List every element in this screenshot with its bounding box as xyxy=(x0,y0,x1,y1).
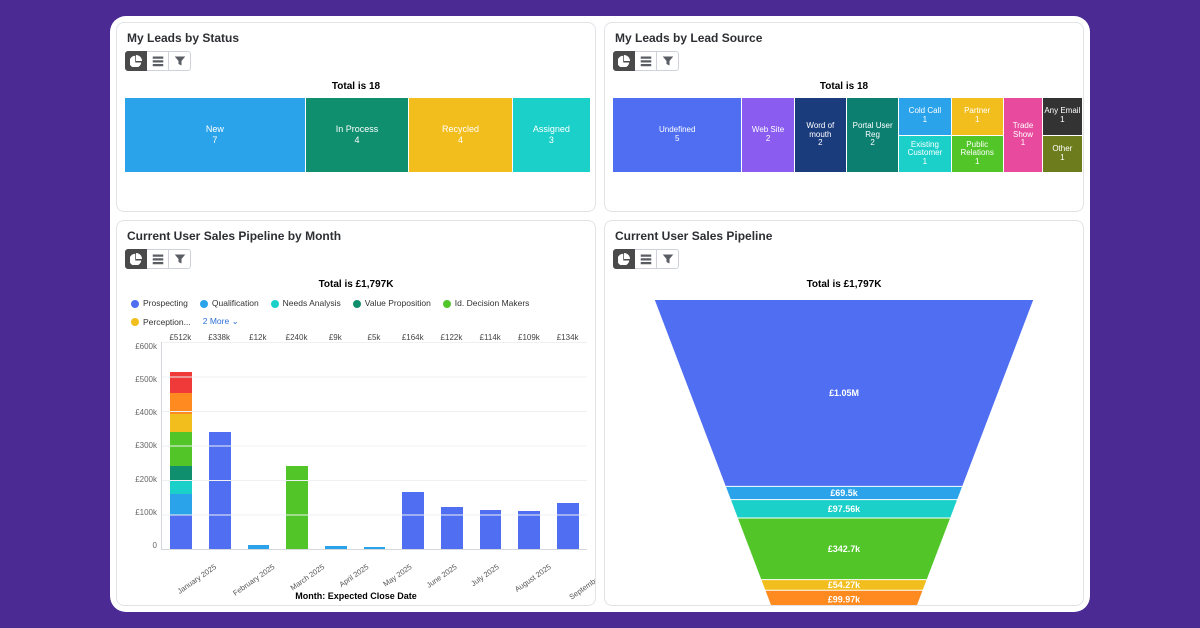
legend-item[interactable]: Prospecting xyxy=(131,298,188,308)
card-title: Current User Sales Pipeline by Month xyxy=(117,221,595,249)
chevron-down-icon: ⌄ xyxy=(232,316,239,326)
chart-toolbar xyxy=(605,51,1083,77)
bar[interactable] xyxy=(201,342,240,549)
filter-icon xyxy=(662,253,674,265)
card-title: Current User Sales Pipeline xyxy=(605,221,1083,249)
pie-chart-icon xyxy=(618,253,630,265)
chart-toolbar xyxy=(117,51,595,77)
treemap-cell[interactable]: Other1 xyxy=(1043,136,1081,173)
treemap-cell[interactable]: Any Email1 xyxy=(1043,98,1081,135)
treemap-cell[interactable]: Portal User Reg2 xyxy=(847,98,898,172)
total-label: Total is 18 xyxy=(605,77,1083,98)
total-label: Total is 18 xyxy=(117,77,595,98)
treemap-source[interactable]: Undefined5Web Site2Word of mouth2Portal … xyxy=(613,98,1075,172)
pie-chart-icon xyxy=(618,55,630,67)
total-label: Total is £1,797K xyxy=(117,275,595,296)
card-leads-by-source: My Leads by Lead Source Total is 18 Unde… xyxy=(604,22,1084,212)
y-axis: £600k£500k£400k£300k£200k£100k0 xyxy=(125,342,161,550)
chart-view-button[interactable] xyxy=(125,249,147,269)
bar[interactable] xyxy=(471,342,510,549)
card-leads-by-status: My Leads by Status Total is 18 New7In Pr… xyxy=(116,22,596,212)
treemap-cell[interactable]: Existing Customer1 xyxy=(899,136,950,173)
bar[interactable] xyxy=(278,342,317,549)
card-title: My Leads by Status xyxy=(117,23,595,51)
filter-button[interactable] xyxy=(657,249,679,269)
treemap-cell[interactable]: Assigned3 xyxy=(513,98,590,172)
bar[interactable] xyxy=(239,342,278,549)
x-axis: January 2025February 2025March 2025April… xyxy=(125,550,587,567)
chart-view-button[interactable] xyxy=(125,51,147,71)
treemap-cell[interactable]: Recycled4 xyxy=(409,98,512,172)
treemap-cell[interactable]: In Process4 xyxy=(306,98,409,172)
treemap-cell[interactable]: Web Site2 xyxy=(742,98,793,172)
svg-text:£97.56k: £97.56k xyxy=(828,504,861,514)
bar[interactable] xyxy=(162,342,201,549)
treemap-cell[interactable]: Trade Show1 xyxy=(1004,98,1042,172)
bar[interactable] xyxy=(548,342,587,549)
chart-view-button[interactable] xyxy=(613,51,635,71)
chart-view-button[interactable] xyxy=(613,249,635,269)
legend-item[interactable]: Needs Analysis xyxy=(271,298,341,308)
filter-button[interactable] xyxy=(657,51,679,71)
legend-more-link[interactable]: 2 More ⌄ xyxy=(203,316,239,327)
bar[interactable] xyxy=(432,342,471,549)
pie-chart-icon xyxy=(130,253,142,265)
plot-area[interactable] xyxy=(161,342,587,550)
chart-toolbar xyxy=(117,249,595,275)
filter-icon xyxy=(662,55,674,67)
legend-item[interactable]: Value Proposition xyxy=(353,298,431,308)
bar-chart: Prospecting Qualification Needs Analysis Va… xyxy=(117,296,595,605)
pie-chart-icon xyxy=(130,55,142,67)
card-title: My Leads by Lead Source xyxy=(605,23,1083,51)
table-view-button[interactable] xyxy=(635,51,657,71)
table-icon xyxy=(640,55,652,67)
dashboard: My Leads by Status Total is 18 New7In Pr… xyxy=(110,16,1090,612)
treemap-cell[interactable]: Cold Call1 xyxy=(899,98,950,135)
card-pipeline-funnel: Current User Sales Pipeline Total is £1,… xyxy=(604,220,1084,606)
chart-toolbar xyxy=(605,249,1083,275)
bar[interactable] xyxy=(510,342,549,549)
table-icon xyxy=(152,253,164,265)
svg-text:£342.7k: £342.7k xyxy=(828,544,861,554)
bar[interactable] xyxy=(394,342,433,549)
table-view-button[interactable] xyxy=(635,249,657,269)
treemap-cell[interactable]: Public Relations1 xyxy=(952,136,1003,173)
table-view-button[interactable] xyxy=(147,51,169,71)
treemap-cell[interactable]: New7 xyxy=(125,98,305,172)
svg-text:£1.05M: £1.05M xyxy=(829,388,859,398)
table-icon xyxy=(152,55,164,67)
treemap-cell[interactable]: Undefined5 xyxy=(613,98,741,172)
table-view-button[interactable] xyxy=(147,249,169,269)
filter-button[interactable] xyxy=(169,51,191,71)
table-icon xyxy=(640,253,652,265)
bar-total-labels: £512k£338k£12k£240k£9k£5k£164k£122k£114k… xyxy=(125,333,587,342)
svg-text:£99.97k: £99.97k xyxy=(828,595,861,605)
bar[interactable] xyxy=(355,342,394,549)
filter-icon xyxy=(174,253,186,265)
svg-text:£69.5k: £69.5k xyxy=(830,488,858,498)
card-pipeline-by-month: Current User Sales Pipeline by Month Tot… xyxy=(116,220,596,606)
legend-item[interactable]: Perception... xyxy=(131,317,191,327)
legend-item[interactable]: Qualification xyxy=(200,298,259,308)
filter-icon xyxy=(174,55,186,67)
legend: Prospecting Qualification Needs Analysis Va… xyxy=(125,296,587,331)
treemap-status[interactable]: New7In Process4Recycled4Assigned3 xyxy=(125,98,587,172)
legend-item[interactable]: Id. Decision Makers xyxy=(443,298,530,308)
funnel-chart[interactable]: £1.05M £69.5k £97.56k £342.7k £54.27k £99.97k… xyxy=(615,300,1073,606)
bar[interactable] xyxy=(317,342,356,549)
treemap-cell[interactable]: Word of mouth2 xyxy=(795,98,846,172)
treemap-cell[interactable]: Partner1 xyxy=(952,98,1003,135)
filter-button[interactable] xyxy=(169,249,191,269)
svg-text:£54.27k: £54.27k xyxy=(828,580,861,590)
total-label: Total is £1,797K xyxy=(605,275,1083,296)
